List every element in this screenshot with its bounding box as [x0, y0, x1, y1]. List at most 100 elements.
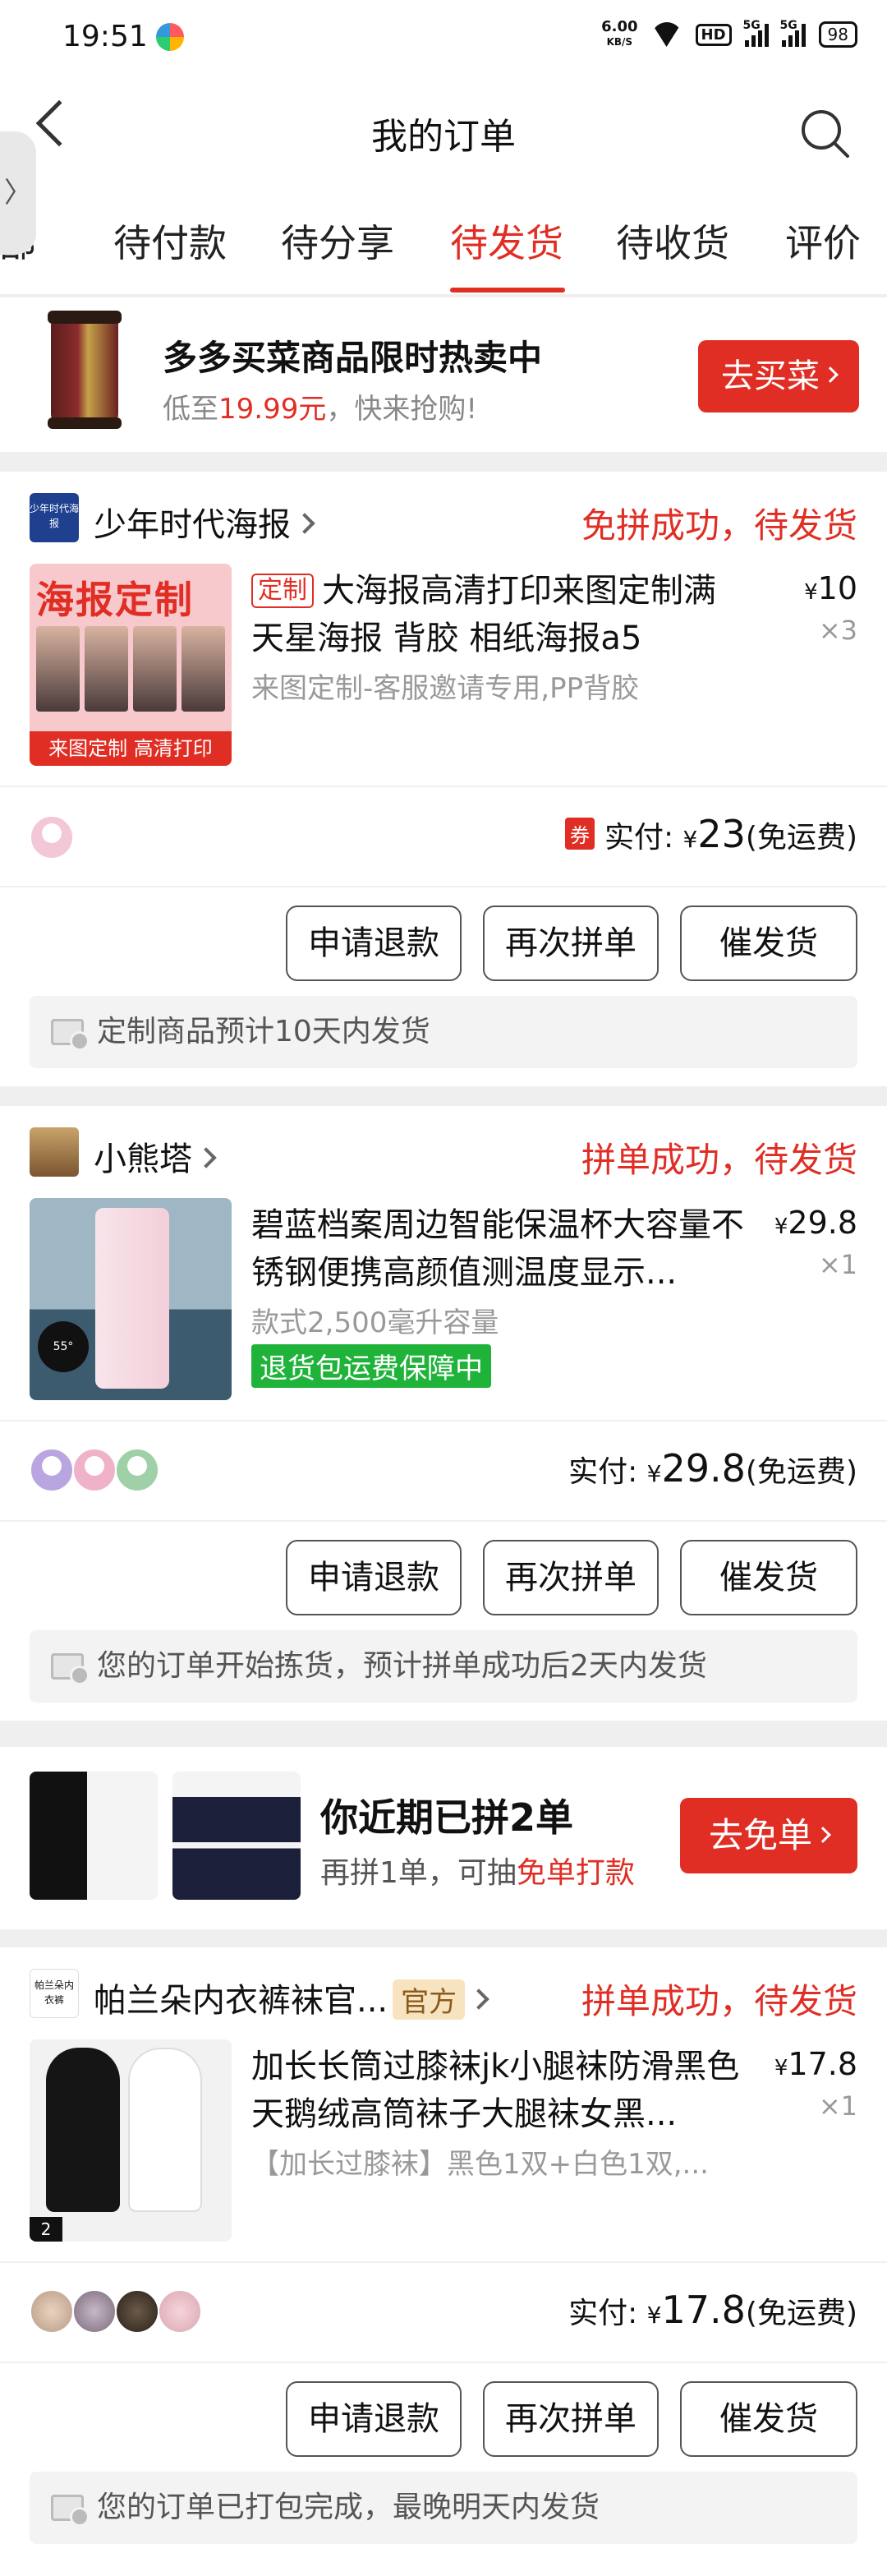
- shop-row[interactable]: 少年时代海报 少年时代海报 免拼成功，待发货: [30, 493, 857, 546]
- shop-name[interactable]: 少年时代海报: [94, 498, 315, 546]
- paid-amount: 实付: ¥17.8(免运费): [568, 2288, 857, 2332]
- price-value: 29.8: [788, 1205, 857, 1241]
- status-bar: 19:51 6.00 KB/S HD 5G 5G 98: [0, 0, 887, 76]
- wifi-icon: [650, 22, 682, 47]
- request-refund-button[interactable]: 申请退款: [286, 2381, 462, 2457]
- free-order-promo[interactable]: 你近期已拼2单 再拼1单，可抽免单打款 去免单: [0, 1747, 887, 1929]
- order-tabs: 全部 待付款 待分享 待发货 待收货 评价: [0, 182, 887, 296]
- tab-pending-share[interactable]: 待分享: [281, 214, 394, 268]
- product-quantity: ×1: [818, 1249, 857, 1280]
- net-speed: 6.00 KB/S: [601, 20, 637, 49]
- thumb-caption: 来图定制 高清打印: [30, 731, 232, 766]
- shop-name[interactable]: 小熊塔: [94, 1132, 217, 1180]
- urge-shipment-button[interactable]: 催发货: [680, 1540, 857, 1615]
- chevron-right-icon: [468, 1988, 489, 2010]
- paid-note: (免运费): [745, 1455, 857, 1489]
- product-spec: 款式2,500毫升容量: [251, 1306, 499, 1339]
- price-value: 10: [817, 570, 857, 606]
- reorder-button[interactable]: 再次拼单: [483, 1540, 659, 1615]
- product-title[interactable]: 定制 大海报高清打印来图定制满天星海报 背胶 相纸海报a5: [251, 567, 744, 662]
- group-avatars: [30, 1448, 159, 1492]
- paid-amount: 券实付: ¥23(免运费): [564, 812, 857, 856]
- paid-value: 17.8: [661, 2288, 746, 2332]
- price-value: 17.8: [788, 2046, 857, 2082]
- product-price: ¥10: [804, 570, 857, 606]
- divider: [0, 786, 887, 787]
- shop-row[interactable]: 帕兰朵内衣裤 帕兰朵内衣裤袜官... 官方 拼单成功，待发货: [30, 1969, 857, 2021]
- divider: [0, 1420, 887, 1422]
- paid-note: (免运费): [745, 2297, 857, 2330]
- custom-tag: 定制: [251, 574, 314, 608]
- banner-sub-price: 19.99元: [218, 393, 327, 426]
- currency-symbol: ¥: [774, 2056, 788, 2081]
- shop-logo: 帕兰朵内衣裤: [30, 1969, 79, 2018]
- shop-name[interactable]: 帕兰朵内衣裤袜官... 官方: [94, 1974, 489, 2021]
- shop-logo: 少年时代海报: [30, 493, 79, 542]
- banner-sub-suffix: ，快来抢购!: [326, 393, 477, 426]
- shipping-icon: [51, 2495, 90, 2527]
- request-refund-button[interactable]: 申请退款: [286, 906, 462, 981]
- status-icons: 6.00 KB/S HD 5G 5G 98: [601, 19, 857, 49]
- header: 我的订单: [0, 76, 887, 182]
- shipping-note: 您的订单开始拣货，预计拼单成功后2天内发货: [30, 1630, 857, 1703]
- product-quantity: ×1: [818, 2090, 857, 2122]
- shop-name-text: 帕兰朵内衣裤袜官...: [94, 1982, 388, 2020]
- shipping-note-text: 您的订单已打包完成，最晚明天内发货: [97, 2491, 600, 2524]
- shop-logo: [30, 1127, 79, 1177]
- thumb-title: 海报定制: [36, 578, 194, 622]
- chevron-right-icon: [294, 513, 315, 534]
- request-refund-button[interactable]: 申请退款: [286, 1540, 462, 1615]
- divider: [0, 886, 887, 887]
- banner-subtitle: 低至19.99元，快来抢购!: [163, 386, 477, 426]
- order-status: 拼单成功，待发货: [581, 1981, 857, 2021]
- product-title[interactable]: 加长长筒过膝袜jk小腿袜防滑黑色天鹅绒高筒袜子大腿袜女黑...: [251, 2043, 744, 2138]
- product-thumbnail[interactable]: 2: [30, 2039, 232, 2242]
- side-drawer-handle[interactable]: 〉: [0, 131, 36, 255]
- go-buy-label: 去买菜: [721, 357, 820, 395]
- promo-sub-highlight: 免单打款: [516, 1856, 635, 1890]
- reorder-button[interactable]: 再次拼单: [483, 906, 659, 981]
- go-free-order-label: 去免单: [708, 1815, 812, 1855]
- net-speed-value: 6.00: [601, 18, 638, 35]
- urge-shipment-button[interactable]: 催发货: [680, 906, 857, 981]
- order-card[interactable]: 小熊塔 拼单成功，待发货 55° 碧蓝档案周边智能保温杯大容量不锈钢便携高颜值测…: [0, 1106, 887, 1721]
- currency-symbol: ¥: [682, 826, 698, 853]
- reorder-button[interactable]: 再次拼单: [483, 2381, 659, 2457]
- net-speed-unit: KB/S: [606, 36, 633, 48]
- go-free-order-button[interactable]: 去免单: [680, 1798, 857, 1873]
- grocery-banner[interactable]: 多多买菜商品限时热卖中 低至19.99元，快来抢购! 去买菜: [0, 297, 887, 452]
- product-spec: 【加长过膝袜】黑色1双+白色1双,...: [251, 2148, 709, 2181]
- shop-name-text: 小熊塔: [94, 1141, 192, 1178]
- shop-row[interactable]: 小熊塔 拼单成功，待发货: [30, 1127, 857, 1180]
- promo-image-uniform: [172, 1772, 301, 1900]
- order-status: 免拼成功，待发货: [581, 505, 857, 546]
- divider: [0, 2362, 887, 2363]
- tab-review[interactable]: 评价: [785, 214, 861, 268]
- paid-note: (免运费): [745, 821, 857, 855]
- product-price: ¥17.8: [774, 2046, 857, 2082]
- shop-name-text: 少年时代海报: [94, 506, 291, 544]
- urge-shipment-button[interactable]: 催发货: [680, 2381, 857, 2457]
- order-card[interactable]: 帕兰朵内衣裤 帕兰朵内衣裤袜官... 官方 拼单成功，待发货 2 加长长筒过膝袜j…: [0, 1947, 887, 2576]
- currency-symbol: ¥: [804, 580, 818, 605]
- signal-label-2: 5G: [779, 19, 797, 32]
- order-status: 拼单成功，待发货: [581, 1140, 857, 1180]
- product-quantity: ×3: [818, 615, 857, 646]
- search-icon[interactable]: [798, 107, 851, 159]
- divider: [0, 2261, 887, 2263]
- tab-pending-receipt[interactable]: 待收货: [616, 214, 729, 268]
- shipping-note: 您的订单已打包完成，最晚明天内发货: [30, 2472, 857, 2544]
- paid-label: 实付:: [604, 821, 674, 855]
- product-thumbnail[interactable]: 55°: [30, 1198, 232, 1400]
- order-card[interactable]: 少年时代海报 少年时代海报 免拼成功，待发货 海报定制 来图定制 高清打印 定制…: [0, 472, 887, 1086]
- app-notification-icon: [156, 23, 184, 51]
- chevron-right-icon: [195, 1147, 217, 1168]
- tab-pending-payment[interactable]: 待付款: [113, 214, 227, 268]
- coupon-badge: 券: [564, 818, 595, 850]
- product-title[interactable]: 碧蓝档案周边智能保温杯大容量不锈钢便携高颜值测温度显示...: [251, 1201, 744, 1297]
- go-buy-groceries-button[interactable]: 去买菜: [698, 340, 859, 412]
- tab-pending-shipment[interactable]: 待发货: [450, 214, 563, 268]
- shipping-icon: [51, 1653, 90, 1685]
- product-thumbnail[interactable]: 海报定制 来图定制 高清打印: [30, 564, 232, 766]
- promo-image-stockings: [30, 1772, 158, 1900]
